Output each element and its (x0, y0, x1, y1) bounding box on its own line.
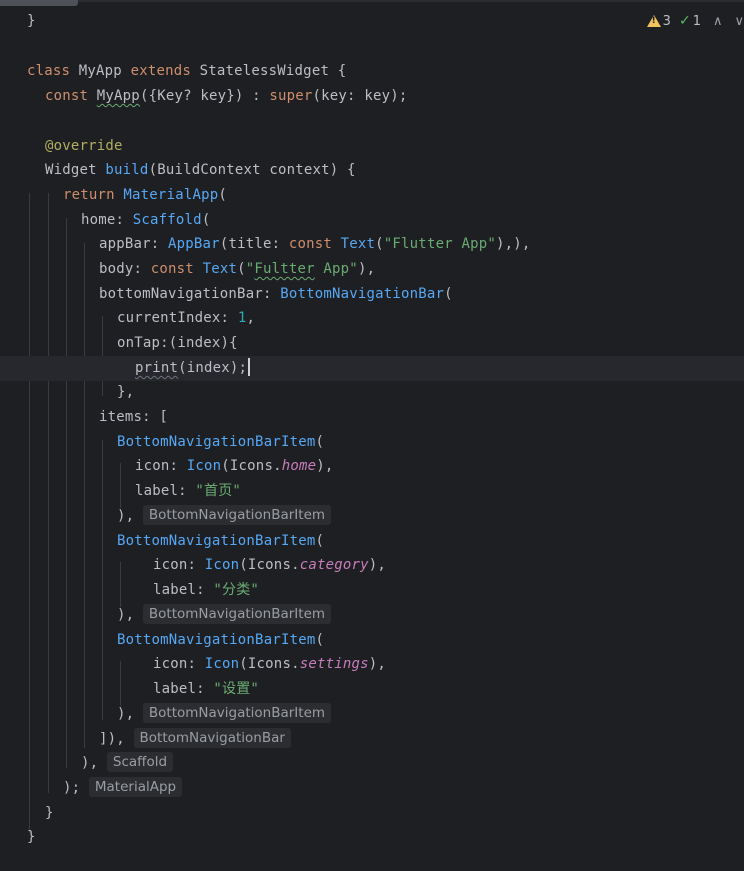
current-code-line: print(index); (0, 356, 744, 381)
code-line: @override (45, 138, 123, 154)
code-line: icon: Icon(Icons.home), (135, 458, 334, 474)
code-line: class MyApp extends StatelessWidget { (27, 63, 347, 79)
code-line: Widget build(BuildContext context) { (45, 162, 356, 178)
code-line: currentIndex: 1, (117, 310, 256, 326)
code-line: ), BottomNavigationBarItem (0, 504, 744, 529)
code-line: ]), BottomNavigationBar (0, 727, 744, 752)
closing-label-hint: MaterialApp (88, 777, 183, 797)
code-line: icon: Icon(Icons.settings), (153, 656, 386, 672)
code-line: } (27, 13, 36, 29)
scroll-thumb[interactable] (0, 0, 78, 6)
code-line: return MaterialApp( (63, 187, 227, 203)
code-line: body: const Text("Fultter App"), (99, 261, 376, 277)
closing-label-hint: BottomNavigationBar (133, 728, 291, 748)
code-line: items: [ (99, 409, 169, 425)
code-line: } (27, 829, 36, 845)
code-line: icon: Icon(Icons.category), (153, 557, 386, 573)
code-line: ), BottomNavigationBarItem (0, 702, 744, 727)
code-line: const MyApp({Key? key}) : super(key: key… (45, 88, 408, 104)
code-line: home: Scaffold( (81, 212, 211, 228)
code-line: label: "设置" (153, 681, 260, 697)
code-line: BottomNavigationBarItem( (117, 632, 325, 648)
closing-label-hint: BottomNavigationBarItem (142, 703, 332, 723)
code-line: bottomNavigationBar: BottomNavigationBar… (99, 286, 453, 302)
code-line: BottomNavigationBarItem( (117, 533, 325, 549)
code-line: appBar: AppBar(title: const Text("Flutte… (99, 236, 531, 252)
code-line: ), Scaffold (0, 751, 744, 776)
editor-tab-scrollbar[interactable] (0, 0, 744, 6)
code-line: } (45, 805, 54, 821)
code-line: ), BottomNavigationBarItem (0, 603, 744, 628)
code-line: label: "分类" (153, 582, 260, 598)
closing-label-hint: Scaffold (106, 752, 174, 772)
closing-label-hint: BottomNavigationBarItem (142, 604, 332, 624)
code-line: onTap:(index){ (117, 335, 238, 351)
code-line: }, (117, 384, 135, 400)
code-editor[interactable]: } class MyApp extends StatelessWidget { … (0, 8, 744, 871)
code-line: BottomNavigationBarItem( (117, 434, 325, 450)
scroll-track (0, 0, 744, 2)
text-caret (248, 358, 251, 376)
code-line: label: "首页" (135, 483, 242, 499)
code-line: ); MaterialApp (0, 776, 744, 801)
closing-label-hint: BottomNavigationBarItem (142, 505, 332, 525)
